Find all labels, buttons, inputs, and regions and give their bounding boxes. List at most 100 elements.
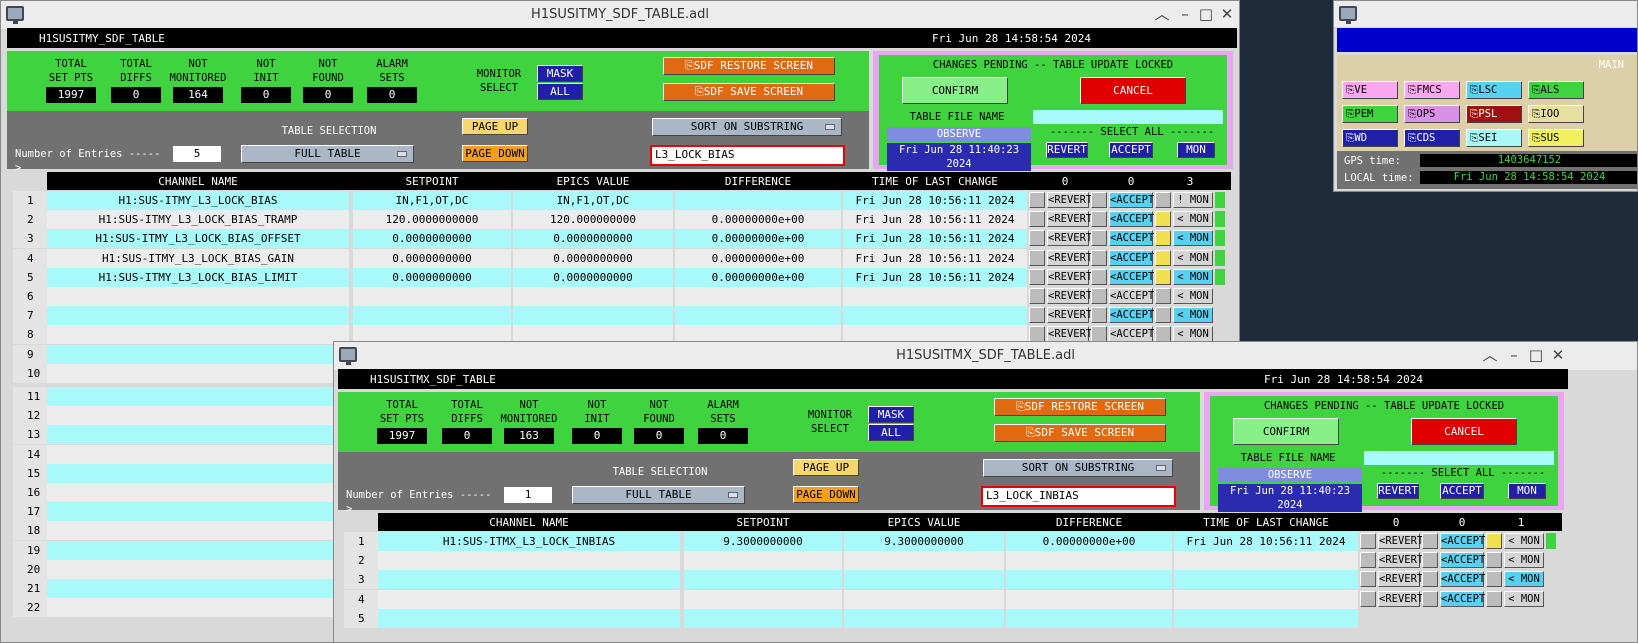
row-mon-button[interactable]: < MON: [1173, 230, 1213, 247]
main-button-psl[interactable]: ⎘PSL: [1466, 105, 1522, 123]
bottom-sort-select[interactable]: SORT ON SUBSTRING: [983, 459, 1173, 477]
accept-checkbox[interactable]: [1091, 268, 1107, 285]
top-full-table-select[interactable]: FULL TABLE: [241, 145, 414, 163]
revert-checkbox[interactable]: [1029, 230, 1045, 247]
bottom-full-table-select[interactable]: FULL TABLE: [572, 486, 745, 504]
mon-checkbox[interactable]: [1155, 230, 1171, 247]
revert-checkbox[interactable]: [1360, 571, 1376, 588]
row-accept-button[interactable]: <ACCEPT: [1109, 268, 1154, 285]
maximize-icon[interactable]: □: [1198, 6, 1214, 22]
mon-checkbox[interactable]: [1155, 288, 1171, 304]
accept-checkbox[interactable]: [1091, 230, 1107, 247]
row-accept-button[interactable]: <ACCEPT: [1109, 326, 1154, 343]
top-all-button[interactable]: ALL: [537, 83, 583, 100]
accept-checkbox[interactable]: [1422, 552, 1438, 569]
mon-checkbox[interactable]: [1486, 590, 1502, 607]
row-revert-button[interactable]: <REVERT: [1047, 249, 1092, 266]
top-revert-all-button[interactable]: REVERT: [1046, 142, 1088, 158]
revert-checkbox[interactable]: [1029, 249, 1045, 266]
row-accept-button[interactable]: <ACCEPT: [1109, 307, 1154, 324]
top-sdf-restore-button[interactable]: ⎘SDF RESTORE SCREEN: [663, 57, 835, 75]
row-mon-button[interactable]: < MON: [1504, 590, 1544, 607]
main-button-sei[interactable]: ⎘SEI: [1466, 129, 1522, 147]
bottom-window-titlebar[interactable]: H1SUSITMX_SDF_TABLE.adl ︿ – □ ✕: [334, 342, 1637, 370]
mon-checkbox[interactable]: [1486, 571, 1502, 588]
accept-checkbox[interactable]: [1091, 249, 1107, 266]
close-icon[interactable]: ✕: [1219, 6, 1235, 22]
top-sort-select[interactable]: SORT ON SUBSTRING: [652, 118, 842, 136]
top-substring-input[interactable]: L3_LOCK_BIAS: [650, 145, 845, 166]
minimize-icon[interactable]: –: [1506, 347, 1522, 363]
revert-checkbox[interactable]: [1029, 307, 1045, 324]
row-mon-button[interactable]: < MON: [1504, 571, 1544, 588]
row-revert-button[interactable]: <REVERT: [1047, 230, 1092, 247]
row-accept-button[interactable]: <ACCEPT: [1109, 288, 1154, 304]
row-mon-button[interactable]: < MON: [1504, 533, 1544, 549]
row-mon-button[interactable]: < MON: [1173, 249, 1213, 266]
mon-checkbox[interactable]: [1155, 307, 1171, 324]
row-revert-button[interactable]: <REVERT: [1378, 552, 1423, 569]
row-revert-button[interactable]: <REVERT: [1047, 288, 1092, 304]
row-accept-button[interactable]: <ACCEPT: [1109, 230, 1154, 247]
row-mon-button[interactable]: < MON: [1173, 288, 1213, 304]
bottom-all-button[interactable]: ALL: [868, 424, 914, 441]
bottom-substring-input[interactable]: L3_LOCK_INBIAS: [981, 486, 1176, 507]
bottom-mon-all-button[interactable]: MON: [1508, 483, 1546, 499]
main-button-lsc[interactable]: ⎘LSC: [1466, 81, 1522, 99]
revert-checkbox[interactable]: [1029, 326, 1045, 343]
bottom-revert-all-button[interactable]: REVERT: [1377, 483, 1419, 499]
bottom-confirm-button[interactable]: CONFIRM: [1233, 418, 1339, 445]
main-button-pem[interactable]: ⎘PEM: [1342, 105, 1398, 123]
revert-checkbox[interactable]: [1029, 288, 1045, 304]
row-mon-button[interactable]: < MON: [1173, 307, 1213, 324]
main-button-wd[interactable]: ⎘WD: [1342, 129, 1398, 147]
row-accept-button[interactable]: <ACCEPT: [1440, 590, 1485, 607]
accept-checkbox[interactable]: [1422, 533, 1438, 549]
main-button-fmcs[interactable]: ⎘FMCS: [1404, 81, 1460, 99]
row-accept-button[interactable]: <ACCEPT: [1440, 533, 1485, 549]
accept-checkbox[interactable]: [1091, 326, 1107, 343]
bottom-page-up-button[interactable]: PAGE UP: [793, 459, 859, 476]
bottom-page-down-button[interactable]: PAGE DOWN: [793, 486, 859, 503]
row-mon-button[interactable]: < MON: [1173, 268, 1213, 285]
bottom-sdf-restore-button[interactable]: ⎘SDF RESTORE SCREEN: [994, 398, 1166, 416]
maximize-icon[interactable]: □: [1528, 347, 1544, 363]
main-button-ops[interactable]: ⎘OPS: [1404, 105, 1460, 123]
mon-checkbox[interactable]: [1486, 533, 1502, 549]
row-accept-button[interactable]: <ACCEPT: [1109, 211, 1154, 228]
mon-checkbox[interactable]: [1155, 249, 1171, 266]
top-window-titlebar[interactable]: H1SUSITMY_SDF_TABLE.adl ︿ – □ ✕: [1, 1, 1239, 29]
main-window-titlebar[interactable]: [1334, 1, 1637, 27]
row-revert-button[interactable]: <REVERT: [1378, 571, 1423, 588]
row-revert-button[interactable]: <REVERT: [1378, 533, 1423, 549]
bottom-accept-all-button[interactable]: ACCEPT: [1440, 483, 1484, 499]
minimize-up-icon[interactable]: ︿: [1154, 6, 1170, 22]
top-sdf-save-button[interactable]: ⎘SDF SAVE SCREEN: [663, 83, 835, 101]
accept-checkbox[interactable]: [1422, 571, 1438, 588]
mon-checkbox[interactable]: [1486, 552, 1502, 569]
row-mon-button[interactable]: < MON: [1173, 211, 1213, 228]
mon-checkbox[interactable]: [1155, 192, 1171, 208]
row-revert-button[interactable]: <REVERT: [1047, 268, 1092, 285]
mon-checkbox[interactable]: [1155, 326, 1171, 343]
close-icon[interactable]: ✕: [1550, 347, 1566, 363]
row-accept-button[interactable]: <ACCEPT: [1109, 249, 1154, 266]
revert-checkbox[interactable]: [1029, 268, 1045, 285]
row-accept-button[interactable]: <ACCEPT: [1109, 192, 1154, 208]
top-cancel-button[interactable]: CANCEL: [1080, 77, 1186, 104]
top-page-up-button[interactable]: PAGE UP: [462, 118, 528, 135]
row-revert-button[interactable]: <REVERT: [1047, 326, 1092, 343]
revert-checkbox[interactable]: [1360, 533, 1376, 549]
row-revert-button[interactable]: <REVERT: [1378, 590, 1423, 607]
mon-checkbox[interactable]: [1155, 268, 1171, 285]
accept-checkbox[interactable]: [1091, 192, 1107, 208]
accept-checkbox[interactable]: [1091, 307, 1107, 324]
row-mon-button[interactable]: ! MON: [1173, 192, 1213, 208]
main-button-ioo[interactable]: ⎘IOO: [1528, 105, 1584, 123]
top-mon-all-button[interactable]: MON: [1177, 142, 1215, 158]
main-button-sus[interactable]: ⎘SUS: [1528, 129, 1584, 147]
bottom-cancel-button[interactable]: CANCEL: [1411, 418, 1517, 445]
top-confirm-button[interactable]: CONFIRM: [902, 77, 1008, 104]
accept-checkbox[interactable]: [1091, 288, 1107, 304]
main-button-cds[interactable]: ⎘CDS: [1404, 129, 1460, 147]
